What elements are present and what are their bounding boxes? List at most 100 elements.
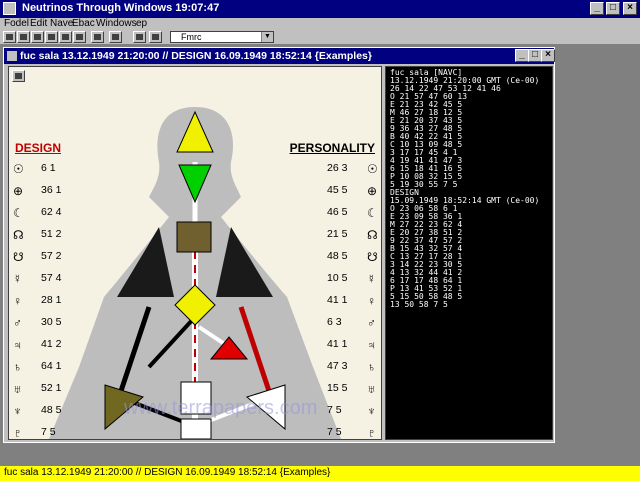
design-gate: 52 1 xyxy=(41,382,62,394)
saturn-icon: ♄ xyxy=(13,360,22,374)
bodygraph-svg xyxy=(49,107,341,439)
pluto-icon: ♇ xyxy=(13,426,22,440)
minimize-button[interactable]: _ xyxy=(590,2,604,15)
menu-help[interactable]: ep xyxy=(136,18,147,29)
design-gate: 57 4 xyxy=(41,272,62,284)
menu-edit[interactable]: Edit xyxy=(30,18,47,29)
personality-gate: 48 5 xyxy=(327,250,348,262)
moon-icon: ☾ xyxy=(13,206,24,220)
south-node-icon: ☋ xyxy=(13,250,24,264)
maximize-button[interactable]: □ xyxy=(606,2,620,15)
toolbar-icon-9 xyxy=(136,34,143,40)
design-gate: 7 5 xyxy=(41,426,56,438)
toolbar-button-3[interactable] xyxy=(31,31,44,43)
toolbar-button-8[interactable] xyxy=(109,31,122,43)
venus-icon: ♀ xyxy=(367,294,376,308)
toolbar-icon-1 xyxy=(6,34,13,40)
saturn-icon: ♄ xyxy=(367,360,376,374)
menu-windows[interactable]: Windows xyxy=(96,18,137,29)
pluto-icon: ♇ xyxy=(367,426,376,440)
earth-icon: ⊕ xyxy=(367,184,378,198)
neptune-icon: ♆ xyxy=(367,404,376,418)
personality-gate: 10 5 xyxy=(327,272,348,284)
design-gate: 36 1 xyxy=(41,184,62,196)
mercury-icon: ☿ xyxy=(367,272,376,286)
south-node-icon: ☋ xyxy=(367,250,378,264)
chart-select-value: Fmrc xyxy=(181,32,202,42)
neptune-icon: ♆ xyxy=(13,404,22,418)
app-icon[interactable] xyxy=(3,2,16,15)
design-gate: 57 2 xyxy=(41,250,62,262)
menu-file[interactable]: Fodel xyxy=(4,18,29,29)
watermark: www.terrapapers.com xyxy=(124,397,318,419)
data-text-pane[interactable]: fuc sala [NAVC] 13.12.1949 21:20:00 GMT (… xyxy=(385,66,553,440)
toolbar-button-7[interactable] xyxy=(91,31,104,43)
personality-gate: 6 3 xyxy=(327,316,342,328)
toolbar-icon-8 xyxy=(112,34,119,40)
toolbar-button-2[interactable] xyxy=(17,31,30,43)
toolbar-icon-10 xyxy=(152,34,159,40)
close-button[interactable]: × xyxy=(623,2,637,15)
uranus-icon: ♅ xyxy=(367,382,376,396)
chart-window-icon[interactable] xyxy=(7,51,17,61)
chart-window-title: fuc sala 13.12.1949 21:20:00 // DESIGN 1… xyxy=(20,50,372,62)
uranus-icon: ♅ xyxy=(13,382,22,396)
personality-gate: 15 5 xyxy=(327,382,348,394)
personality-gate: 7 5 xyxy=(327,426,342,438)
design-gate: 30 5 xyxy=(41,316,62,328)
earth-icon: ⊕ xyxy=(13,184,24,198)
menu-ebac[interactable]: Ebac xyxy=(72,18,95,29)
north-node-icon: ☊ xyxy=(13,228,24,242)
chart-window-title-bar: fuc sala 13.12.1949 21:20:00 // DESIGN 1… xyxy=(4,48,555,64)
mars-icon: ♂ xyxy=(13,316,22,330)
personality-gate: 26 3 xyxy=(327,162,348,174)
toolbar-button-1[interactable] xyxy=(3,31,16,43)
chart-close-button[interactable]: × xyxy=(541,49,555,62)
chart-maximize-button[interactable]: □ xyxy=(528,49,542,62)
throat-center xyxy=(176,221,212,253)
jupiter-icon: ♃ xyxy=(367,338,376,352)
personality-gate: 7 5 xyxy=(327,404,342,416)
status-bar: fuc sala 13.12.1949 21:20:00 // DESIGN 1… xyxy=(0,465,640,481)
jupiter-icon: ♃ xyxy=(13,338,22,352)
menu-bar: Fodel Edit Nave Ebac Windows ep xyxy=(0,18,640,30)
app-title: Neutrinos Through Windows 19:07:47 xyxy=(22,2,220,14)
chevron-down-icon[interactable]: ▼ xyxy=(261,32,273,42)
toolbar-button-9[interactable] xyxy=(133,31,146,43)
chart-select-combo[interactable]: Fmrc ▼ xyxy=(170,31,274,43)
design-gate: 28 1 xyxy=(41,294,62,306)
toolbar-button-5[interactable] xyxy=(59,31,72,43)
personality-gate: 41 1 xyxy=(327,294,348,306)
venus-icon: ♀ xyxy=(13,294,22,308)
personality-gate: 47 3 xyxy=(327,360,348,372)
text-line: 13 50 58 7 5 xyxy=(390,300,448,309)
sun-icon: ☉ xyxy=(367,162,378,176)
design-gate: 41 2 xyxy=(41,338,62,350)
chart-minimize-button[interactable]: _ xyxy=(515,49,529,62)
personality-gate: 21 5 xyxy=(327,228,348,240)
toolbar-button-6[interactable] xyxy=(73,31,86,43)
mars-icon: ♂ xyxy=(367,316,376,330)
design-gate: 62 4 xyxy=(41,206,62,218)
personality-gate: 41 1 xyxy=(327,338,348,350)
personality-gate: 45 5 xyxy=(327,184,348,196)
personality-gate: 46 5 xyxy=(327,206,348,218)
mercury-icon: ☿ xyxy=(13,272,22,286)
design-gate: 64 1 xyxy=(41,360,62,372)
sun-icon: ☉ xyxy=(13,162,24,176)
toolbar: Fmrc ▼ xyxy=(0,30,640,45)
personality-label: PERSONALITY xyxy=(289,141,375,155)
design-gate: 48 5 xyxy=(41,404,62,416)
design-gate: 51 2 xyxy=(41,228,62,240)
toolbar-button-4[interactable] xyxy=(45,31,58,43)
app-title-bar: Neutrinos Through Windows 19:07:47 _ □ × xyxy=(0,0,640,18)
toolbar-button-10[interactable] xyxy=(149,31,162,43)
design-gate: 6 1 xyxy=(41,162,56,174)
toolbar-icon-6 xyxy=(76,34,83,40)
design-label: DESIGN xyxy=(15,141,62,155)
toolbar-icon-2 xyxy=(20,34,27,40)
toolbar-icon-3 xyxy=(34,34,41,40)
toolbar-icon-5 xyxy=(62,34,69,40)
menu-nave[interactable]: Nave xyxy=(50,18,73,29)
north-node-icon: ☊ xyxy=(367,228,378,242)
